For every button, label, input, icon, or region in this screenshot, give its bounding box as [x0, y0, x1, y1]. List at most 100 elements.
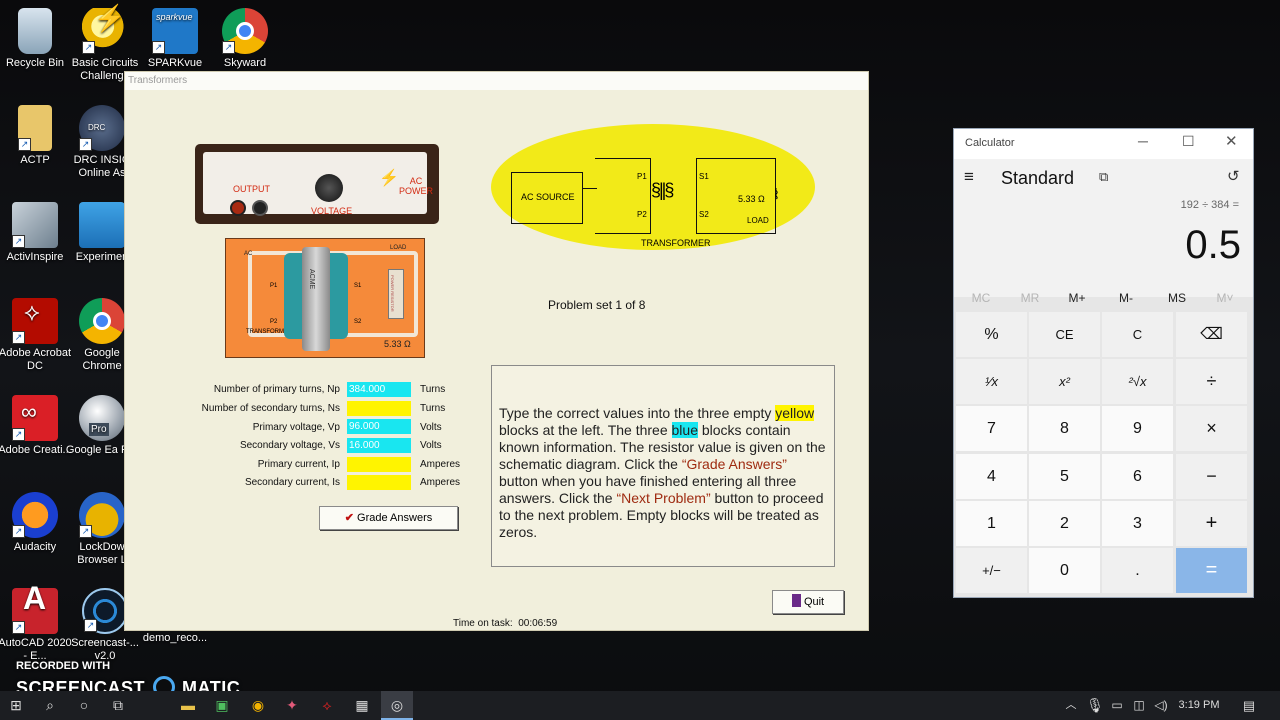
digit-6-button[interactable]: 6 — [1102, 454, 1173, 499]
vs-label: Secondary voltage, Vs — [239, 440, 340, 451]
memory-recall-button[interactable]: MR — [1005, 291, 1055, 305]
keep-on-top-icon[interactable]: ⧉ — [1099, 169, 1108, 185]
calculator-window: Calculator ─ ☐ ✕ ≡ Standard ⧉ ↺ 192 ÷ 38… — [953, 128, 1254, 598]
voltage-label: VOLTAGE — [311, 206, 353, 216]
desktop-icon-audacity[interactable]: ↗ Audacity — [0, 492, 73, 554]
reciprocal-button[interactable]: ¹⁄x — [956, 359, 1027, 404]
negate-button[interactable]: +/− — [956, 548, 1027, 593]
hamburger-menu-icon[interactable]: ≡ — [964, 167, 974, 187]
square-root-button[interactable]: ²√x — [1102, 359, 1173, 404]
voltage-knob[interactable] — [315, 174, 343, 202]
divide-button[interactable]: ÷ — [1176, 359, 1247, 404]
equals-button[interactable]: = — [1176, 548, 1247, 593]
schematic-p2-label: P2 — [637, 210, 647, 219]
cortana-icon[interactable]: ○ — [68, 691, 100, 720]
percent-button[interactable]: % — [956, 312, 1027, 357]
transformer-coil-symbol: §||§ — [651, 180, 674, 200]
volume-icon[interactable]: ◁) — [1150, 691, 1172, 720]
memory-subtract-button[interactable]: M- — [1101, 291, 1151, 305]
desktop-icon-acrobat[interactable]: ⟡ ↗ Adobe Acrobat DC — [0, 298, 73, 373]
task-view-icon[interactable]: ⧉ — [102, 691, 134, 720]
desktop-icon-skyward[interactable]: ↗ Skyward — [207, 8, 283, 70]
np-field[interactable]: 384.000 — [347, 382, 411, 397]
battery-icon[interactable]: ▭ — [1106, 691, 1128, 720]
desktop-icon-label: SPARKvue — [147, 57, 203, 69]
network-icon[interactable]: ◫ — [1128, 691, 1150, 720]
desktop-icon-sparkvue[interactable]: sparkvue ↗ SPARKvue — [137, 8, 213, 70]
ns-field[interactable] — [347, 401, 411, 416]
instr-part1: Type the correct values into the three e… — [499, 405, 776, 421]
calculator-expression: 192 ÷ 384 = — [1180, 199, 1239, 211]
p1-label: P1 — [270, 283, 278, 289]
desktop-icon-label: ActivInspire — [6, 251, 64, 263]
acme-label: ACME — [308, 269, 315, 290]
instructions-panel: Type the correct values into the three e… — [491, 365, 835, 567]
screencast-taskbar-icon[interactable]: ◎ — [381, 691, 413, 720]
desktop-icon-activinspire[interactable]: ↗ ActivInspire — [0, 202, 73, 264]
desktop-icon-creative-cloud[interactable]: ∞ ↗ Adobe Creati... — [0, 395, 73, 457]
show-hidden-icons-icon[interactable]: ︿ — [1060, 691, 1082, 720]
desktop-icon-recycle-bin[interactable]: Recycle Bin — [0, 8, 73, 70]
memory-list-button[interactable]: M˅ — [1200, 291, 1250, 305]
transformer-coil — [302, 247, 330, 351]
resistor-symbol: ⌇ — [773, 186, 780, 202]
memory-store-button[interactable]: MS — [1152, 291, 1202, 305]
grade-answers-button[interactable]: ✔ Grade Answers — [319, 506, 458, 530]
desktop-icon-label: LockDow Browser L — [77, 541, 127, 566]
backspace-icon[interactable]: ⌫ — [1176, 312, 1247, 357]
ip-field[interactable] — [347, 457, 411, 472]
clear-entry-button[interactable]: CE — [1029, 312, 1100, 357]
subtract-button[interactable]: − — [1176, 454, 1247, 499]
calculator-taskbar-icon[interactable]: ▦ — [346, 691, 378, 720]
digit-9-button[interactable]: 9 — [1102, 406, 1173, 451]
digit-1-button[interactable]: 1 — [956, 501, 1027, 546]
minimize-icon[interactable]: ─ — [1138, 133, 1148, 149]
memory-add-button[interactable]: M+ — [1052, 291, 1102, 305]
autocad-icon: A ↗ — [12, 582, 58, 634]
desktop-icon-label: AutoCAD 2020 - E... — [0, 637, 72, 662]
decimal-button[interactable]: . — [1102, 548, 1173, 593]
clear-button[interactable]: C — [1102, 312, 1173, 357]
is-field[interactable] — [347, 475, 411, 490]
maximize-icon[interactable]: ☐ — [1182, 133, 1195, 150]
digit-7-button[interactable]: 7 — [956, 406, 1027, 451]
search-icon[interactable]: ⌕ — [34, 691, 66, 720]
microphone-icon[interactable]: 🎙 — [1084, 691, 1106, 720]
chrome-icon — [79, 298, 125, 344]
digit-3-button[interactable]: 3 — [1102, 501, 1173, 546]
desktop-icon-label: Screencast-... v2.0 — [71, 637, 139, 662]
quit-button[interactable]: Quit — [772, 590, 844, 614]
clock[interactable]: 3:19 PM — [1176, 691, 1222, 720]
digit-8-button[interactable]: 8 — [1029, 406, 1100, 451]
ac-label: AC — [409, 176, 423, 186]
ns-label: Number of secondary turns, Ns — [201, 403, 340, 414]
close-icon[interactable]: ✕ — [1225, 132, 1238, 150]
creative-cloud-icon: ∞ ↗ — [12, 395, 58, 441]
digit-0-button[interactable]: 0 — [1029, 548, 1100, 593]
instr-grade: “Grade Answers” — [681, 456, 787, 472]
np-label: Number of primary turns, Np — [213, 384, 340, 395]
vs-field[interactable]: 16.000 — [347, 438, 411, 453]
acrobat-taskbar-icon[interactable]: ⟡ — [311, 691, 343, 720]
digit-2-button[interactable]: 2 — [1029, 501, 1100, 546]
schematic-s2-label: S2 — [699, 210, 709, 219]
desktop-icon-actp[interactable]: ↗ ACTP — [0, 105, 73, 167]
desktop-icon-autocad[interactable]: A ↗ AutoCAD 2020 - E... — [0, 582, 73, 663]
app-taskbar-icon[interactable]: ✦ — [276, 691, 308, 720]
square-button[interactable]: x² — [1029, 359, 1100, 404]
np-unit: Turns — [420, 384, 446, 395]
vp-field[interactable]: 96.000 — [347, 419, 411, 434]
multiply-button[interactable]: × — [1176, 406, 1247, 451]
start-windows-icon[interactable]: ⊞ — [0, 691, 32, 720]
file-explorer-icon[interactable]: ▬ — [172, 691, 204, 720]
notifications-icon[interactable]: ▤ — [1236, 691, 1262, 720]
digit-4-button[interactable]: 4 — [956, 454, 1027, 499]
history-icon[interactable]: ↺ — [1227, 167, 1240, 185]
memory-clear-button[interactable]: MC — [956, 291, 1006, 305]
digit-5-button[interactable]: 5 — [1029, 454, 1100, 499]
ac-small-label: AC — [244, 251, 253, 257]
add-button[interactable]: + — [1176, 501, 1247, 546]
chrome-taskbar-icon[interactable]: ◉ — [242, 691, 274, 720]
store-icon[interactable]: ▣ — [206, 691, 238, 720]
desktop-icon-label: Adobe Creati... — [0, 444, 72, 456]
